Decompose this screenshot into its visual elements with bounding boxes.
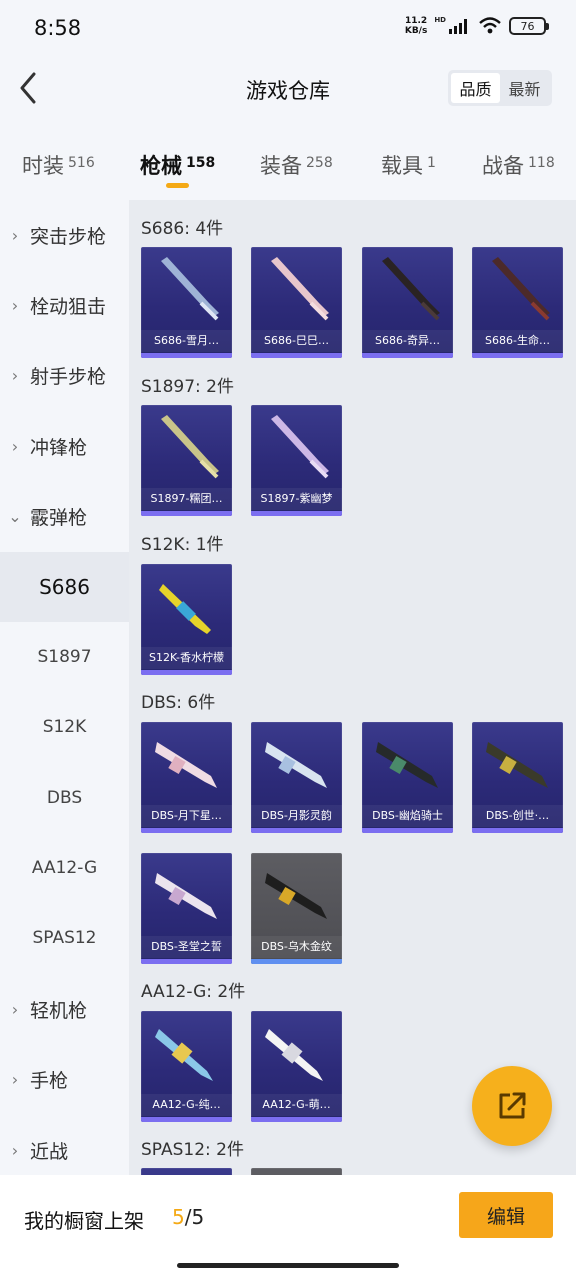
sidebar-item-bolt-sniper[interactable]: › 栓动狙击 [0, 270, 129, 340]
sidebar-item-shotgun[interactable]: ⌄ 霰弹枪 [0, 481, 129, 551]
sidebar-item-melee[interactable]: › 近战 [0, 1115, 129, 1175]
shotgun-icon [265, 742, 327, 788]
weapon-card[interactable] [251, 1168, 342, 1175]
weapon-type-sidebar: › 突击步枪 › 栓动狙击 › 射手步枪 › 冲锋枪 ⌄ 霰弹枪 S686 S1… [0, 200, 129, 1175]
weapon-card[interactable]: DBS-圣堂之誓 [141, 853, 232, 964]
sidebar-sub-s12k[interactable]: S12K [0, 692, 129, 762]
weapon-card[interactable]: AA12-G-萌… [251, 1011, 342, 1122]
wifi-icon [479, 17, 501, 34]
chevron-right-icon: › [11, 1140, 19, 1160]
shotgun-icon [161, 257, 219, 321]
group-title-s686: S686: 4件 [141, 219, 224, 239]
external-link-icon [499, 1092, 526, 1119]
shotgun-icon [161, 415, 219, 479]
weapon-card[interactable]: S686-奇异… [362, 247, 453, 358]
category-tabs: 时装 516 枪械 158 装备 258 载具 1 战备 118 [0, 130, 576, 200]
weapon-card[interactable]: S1897-紫幽梦 [251, 405, 342, 516]
group-title-aa12g: AA12-G: 2件 [141, 982, 246, 1002]
back-button[interactable] [12, 68, 44, 108]
chevron-right-icon: › [11, 999, 19, 1019]
active-tab-indicator [166, 183, 189, 188]
weapon-grid: S686: 4件 S686-雪月… S686-巳巳… S686-奇异… S686… [129, 200, 576, 1175]
tab-equipment[interactable]: 装备 258 [260, 150, 333, 180]
tab-vehicles[interactable]: 载具 1 [381, 150, 436, 180]
chevron-right-icon: › [11, 225, 19, 245]
tab-firearms[interactable]: 枪械 158 [140, 150, 215, 180]
sidebar-sub-spas12[interactable]: SPAS12 [0, 903, 129, 973]
weapon-card[interactable]: DBS-乌木金纹 [251, 853, 342, 964]
sidebar-sub-aa12g[interactable]: AA12-G [0, 833, 129, 903]
status-icons: 11.2 KB/s HD 76 [404, 16, 549, 36]
sidebar-sub-s686[interactable]: S686 [0, 552, 129, 622]
showcase-label: 我的橱窗上架 [24, 1209, 144, 1233]
sidebar-sub-s1897[interactable]: S1897 [0, 622, 129, 692]
battery-icon: 76 [509, 17, 549, 35]
sort-toggle: 品质 最新 [448, 70, 552, 106]
shotgun-icon [492, 257, 550, 321]
sidebar-item-assault-rifle[interactable]: › 突击步枪 [0, 200, 129, 270]
weapon-card[interactable] [141, 1168, 232, 1175]
group-title-dbs: DBS: 6件 [141, 693, 216, 713]
showcase-count: 5/5 [172, 1205, 205, 1229]
chevron-left-icon [20, 72, 36, 104]
weapon-card[interactable]: DBS-幽焰骑士 [362, 722, 453, 833]
chevron-right-icon: › [11, 1069, 19, 1089]
weapon-card[interactable]: DBS-月下星… [141, 722, 232, 833]
shotgun-icon [486, 742, 548, 788]
shotgun-icon [155, 742, 217, 788]
chevron-right-icon: › [11, 436, 19, 456]
group-title-s12k: S12K: 1件 [141, 535, 224, 555]
shotgun-icon [271, 257, 329, 321]
shotgun-icon [271, 415, 329, 479]
sidebar-item-smg[interactable]: › 冲锋枪 [0, 411, 129, 481]
status-time: 8:58 [34, 16, 82, 40]
tab-supplies[interactable]: 战备 118 [482, 150, 555, 180]
weapon-card[interactable]: S686-生命… [472, 247, 563, 358]
rifle-icon [265, 1029, 323, 1081]
sort-option-quality[interactable]: 品质 [451, 73, 500, 103]
sidebar-item-marksman-rifle[interactable]: › 射手步枪 [0, 340, 129, 410]
weapon-card[interactable]: S686-巳巳… [251, 247, 342, 358]
shotgun-icon [265, 873, 327, 919]
weapon-card[interactable]: DBS-创世·… [472, 722, 563, 833]
chevron-down-icon: ⌄ [8, 506, 22, 526]
weapon-card[interactable]: S12K-香水柠檬 [141, 564, 232, 675]
edit-button[interactable]: 编辑 [459, 1192, 553, 1238]
signal-icon [449, 19, 467, 34]
chevron-right-icon: › [11, 365, 19, 385]
rifle-icon [159, 584, 211, 634]
tab-fashion[interactable]: 时装 516 [22, 150, 95, 180]
home-indicator[interactable] [177, 1263, 399, 1268]
chevron-right-icon: › [11, 295, 19, 315]
network-speed: 11.2 KB/s [404, 16, 428, 36]
sidebar-item-pistol[interactable]: › 手枪 [0, 1044, 129, 1114]
group-title-s1897: S1897: 2件 [141, 377, 235, 397]
sidebar-item-lmg[interactable]: › 轻机枪 [0, 974, 129, 1044]
group-title-spas12: SPAS12: 2件 [141, 1140, 244, 1160]
shotgun-icon [376, 742, 438, 788]
shotgun-icon [155, 873, 217, 919]
weapon-card[interactable]: S1897-糯团… [141, 405, 232, 516]
status-bar: 8:58 11.2 KB/s HD 76 [0, 0, 576, 60]
weapon-card[interactable]: DBS-月影灵韵 [251, 722, 342, 833]
weapon-card[interactable]: S686-雪月… [141, 247, 232, 358]
weapon-card[interactable]: AA12-G-纯… [141, 1011, 232, 1122]
share-button[interactable] [472, 1066, 552, 1146]
sidebar-sub-dbs[interactable]: DBS [0, 763, 129, 833]
sort-option-newest[interactable]: 最新 [500, 73, 549, 103]
hd-badge: HD [434, 16, 446, 24]
rifle-icon [155, 1029, 213, 1081]
shotgun-icon [382, 257, 440, 321]
header: 游戏仓库 品质 最新 [0, 60, 576, 130]
showcase-footer: 我的橱窗上架 5/5 编辑 [0, 1175, 576, 1280]
